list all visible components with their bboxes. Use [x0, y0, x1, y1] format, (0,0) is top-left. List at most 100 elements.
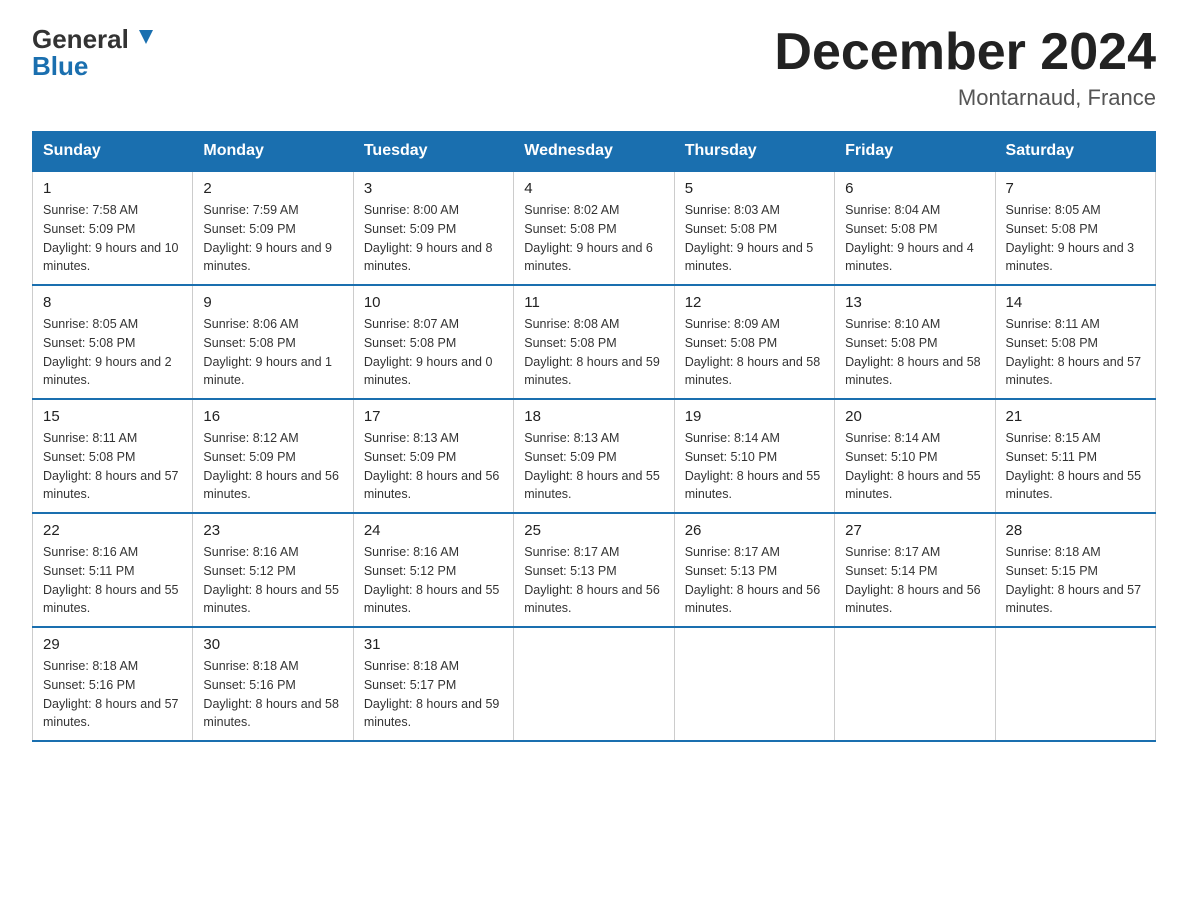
calendar-cell: 11 Sunrise: 8:08 AM Sunset: 5:08 PM Dayl…	[514, 285, 674, 399]
day-info: Sunrise: 8:13 AM Sunset: 5:09 PM Dayligh…	[524, 429, 663, 504]
page-header: General Blue December 2024 Montarnaud, F…	[32, 24, 1156, 111]
title-block: December 2024 Montarnaud, France	[774, 24, 1156, 111]
calendar-cell	[514, 627, 674, 741]
weekday-header-monday: Monday	[193, 132, 353, 172]
day-info: Sunrise: 8:04 AM Sunset: 5:08 PM Dayligh…	[845, 201, 984, 276]
day-number: 12	[685, 294, 824, 311]
day-number: 2	[203, 180, 342, 197]
day-number: 16	[203, 408, 342, 425]
calendar-cell	[995, 627, 1155, 741]
day-number: 26	[685, 522, 824, 539]
day-info: Sunrise: 8:13 AM Sunset: 5:09 PM Dayligh…	[364, 429, 503, 504]
day-number: 24	[364, 522, 503, 539]
calendar-cell: 16 Sunrise: 8:12 AM Sunset: 5:09 PM Dayl…	[193, 399, 353, 513]
calendar-cell: 31 Sunrise: 8:18 AM Sunset: 5:17 PM Dayl…	[353, 627, 513, 741]
month-title: December 2024	[774, 24, 1156, 81]
calendar-cell: 19 Sunrise: 8:14 AM Sunset: 5:10 PM Dayl…	[674, 399, 834, 513]
day-number: 20	[845, 408, 984, 425]
day-info: Sunrise: 8:05 AM Sunset: 5:08 PM Dayligh…	[1006, 201, 1145, 276]
day-info: Sunrise: 7:59 AM Sunset: 5:09 PM Dayligh…	[203, 201, 342, 276]
calendar-cell: 23 Sunrise: 8:16 AM Sunset: 5:12 PM Dayl…	[193, 513, 353, 627]
weekday-header-wednesday: Wednesday	[514, 132, 674, 172]
day-number: 10	[364, 294, 503, 311]
day-number: 14	[1006, 294, 1145, 311]
logo-blue: Blue	[32, 51, 88, 82]
calendar-cell: 26 Sunrise: 8:17 AM Sunset: 5:13 PM Dayl…	[674, 513, 834, 627]
weekday-header-saturday: Saturday	[995, 132, 1155, 172]
day-number: 11	[524, 294, 663, 311]
day-info: Sunrise: 8:10 AM Sunset: 5:08 PM Dayligh…	[845, 315, 984, 390]
day-number: 9	[203, 294, 342, 311]
day-info: Sunrise: 8:17 AM Sunset: 5:13 PM Dayligh…	[685, 543, 824, 618]
day-info: Sunrise: 8:16 AM Sunset: 5:12 PM Dayligh…	[203, 543, 342, 618]
day-number: 31	[364, 636, 503, 653]
calendar-cell: 28 Sunrise: 8:18 AM Sunset: 5:15 PM Dayl…	[995, 513, 1155, 627]
calendar-cell: 13 Sunrise: 8:10 AM Sunset: 5:08 PM Dayl…	[835, 285, 995, 399]
calendar-cell: 21 Sunrise: 8:15 AM Sunset: 5:11 PM Dayl…	[995, 399, 1155, 513]
calendar-cell: 25 Sunrise: 8:17 AM Sunset: 5:13 PM Dayl…	[514, 513, 674, 627]
calendar-week-3: 15 Sunrise: 8:11 AM Sunset: 5:08 PM Dayl…	[33, 399, 1156, 513]
calendar-cell: 18 Sunrise: 8:13 AM Sunset: 5:09 PM Dayl…	[514, 399, 674, 513]
day-number: 1	[43, 180, 182, 197]
day-info: Sunrise: 8:11 AM Sunset: 5:08 PM Dayligh…	[1006, 315, 1145, 390]
calendar-cell	[674, 627, 834, 741]
day-info: Sunrise: 8:14 AM Sunset: 5:10 PM Dayligh…	[685, 429, 824, 504]
day-info: Sunrise: 8:07 AM Sunset: 5:08 PM Dayligh…	[364, 315, 503, 390]
day-number: 7	[1006, 180, 1145, 197]
day-number: 4	[524, 180, 663, 197]
day-info: Sunrise: 8:12 AM Sunset: 5:09 PM Dayligh…	[203, 429, 342, 504]
day-number: 17	[364, 408, 503, 425]
day-number: 29	[43, 636, 182, 653]
calendar-cell: 1 Sunrise: 7:58 AM Sunset: 5:09 PM Dayli…	[33, 171, 193, 285]
calendar-cell: 12 Sunrise: 8:09 AM Sunset: 5:08 PM Dayl…	[674, 285, 834, 399]
day-number: 13	[845, 294, 984, 311]
calendar-cell: 17 Sunrise: 8:13 AM Sunset: 5:09 PM Dayl…	[353, 399, 513, 513]
location: Montarnaud, France	[774, 85, 1156, 111]
day-number: 21	[1006, 408, 1145, 425]
calendar-week-5: 29 Sunrise: 8:18 AM Sunset: 5:16 PM Dayl…	[33, 627, 1156, 741]
day-number: 6	[845, 180, 984, 197]
calendar-cell: 2 Sunrise: 7:59 AM Sunset: 5:09 PM Dayli…	[193, 171, 353, 285]
weekday-header-sunday: Sunday	[33, 132, 193, 172]
day-info: Sunrise: 8:05 AM Sunset: 5:08 PM Dayligh…	[43, 315, 182, 390]
day-info: Sunrise: 8:16 AM Sunset: 5:11 PM Dayligh…	[43, 543, 182, 618]
day-number: 28	[1006, 522, 1145, 539]
calendar-cell: 22 Sunrise: 8:16 AM Sunset: 5:11 PM Dayl…	[33, 513, 193, 627]
calendar-cell: 6 Sunrise: 8:04 AM Sunset: 5:08 PM Dayli…	[835, 171, 995, 285]
calendar-cell: 3 Sunrise: 8:00 AM Sunset: 5:09 PM Dayli…	[353, 171, 513, 285]
day-info: Sunrise: 8:09 AM Sunset: 5:08 PM Dayligh…	[685, 315, 824, 390]
calendar-cell: 7 Sunrise: 8:05 AM Sunset: 5:08 PM Dayli…	[995, 171, 1155, 285]
day-info: Sunrise: 8:18 AM Sunset: 5:17 PM Dayligh…	[364, 657, 503, 732]
day-number: 15	[43, 408, 182, 425]
calendar-cell: 24 Sunrise: 8:16 AM Sunset: 5:12 PM Dayl…	[353, 513, 513, 627]
day-info: Sunrise: 8:08 AM Sunset: 5:08 PM Dayligh…	[524, 315, 663, 390]
day-info: Sunrise: 8:17 AM Sunset: 5:14 PM Dayligh…	[845, 543, 984, 618]
calendar-cell: 9 Sunrise: 8:06 AM Sunset: 5:08 PM Dayli…	[193, 285, 353, 399]
calendar-week-2: 8 Sunrise: 8:05 AM Sunset: 5:08 PM Dayli…	[33, 285, 1156, 399]
logo-arrow-icon	[135, 24, 157, 55]
calendar-cell: 30 Sunrise: 8:18 AM Sunset: 5:16 PM Dayl…	[193, 627, 353, 741]
calendar-cell: 27 Sunrise: 8:17 AM Sunset: 5:14 PM Dayl…	[835, 513, 995, 627]
day-info: Sunrise: 8:02 AM Sunset: 5:08 PM Dayligh…	[524, 201, 663, 276]
calendar-cell: 29 Sunrise: 8:18 AM Sunset: 5:16 PM Dayl…	[33, 627, 193, 741]
day-info: Sunrise: 8:18 AM Sunset: 5:16 PM Dayligh…	[43, 657, 182, 732]
calendar-week-4: 22 Sunrise: 8:16 AM Sunset: 5:11 PM Dayl…	[33, 513, 1156, 627]
day-info: Sunrise: 8:14 AM Sunset: 5:10 PM Dayligh…	[845, 429, 984, 504]
day-number: 22	[43, 522, 182, 539]
day-number: 25	[524, 522, 663, 539]
day-number: 23	[203, 522, 342, 539]
day-info: Sunrise: 8:00 AM Sunset: 5:09 PM Dayligh…	[364, 201, 503, 276]
day-info: Sunrise: 8:18 AM Sunset: 5:16 PM Dayligh…	[203, 657, 342, 732]
calendar-cell: 20 Sunrise: 8:14 AM Sunset: 5:10 PM Dayl…	[835, 399, 995, 513]
day-number: 19	[685, 408, 824, 425]
day-info: Sunrise: 8:15 AM Sunset: 5:11 PM Dayligh…	[1006, 429, 1145, 504]
day-info: Sunrise: 8:03 AM Sunset: 5:08 PM Dayligh…	[685, 201, 824, 276]
calendar-cell: 5 Sunrise: 8:03 AM Sunset: 5:08 PM Dayli…	[674, 171, 834, 285]
weekday-header-friday: Friday	[835, 132, 995, 172]
day-number: 5	[685, 180, 824, 197]
calendar-week-1: 1 Sunrise: 7:58 AM Sunset: 5:09 PM Dayli…	[33, 171, 1156, 285]
weekday-header-thursday: Thursday	[674, 132, 834, 172]
day-info: Sunrise: 7:58 AM Sunset: 5:09 PM Dayligh…	[43, 201, 182, 276]
day-info: Sunrise: 8:06 AM Sunset: 5:08 PM Dayligh…	[203, 315, 342, 390]
calendar-cell: 14 Sunrise: 8:11 AM Sunset: 5:08 PM Dayl…	[995, 285, 1155, 399]
